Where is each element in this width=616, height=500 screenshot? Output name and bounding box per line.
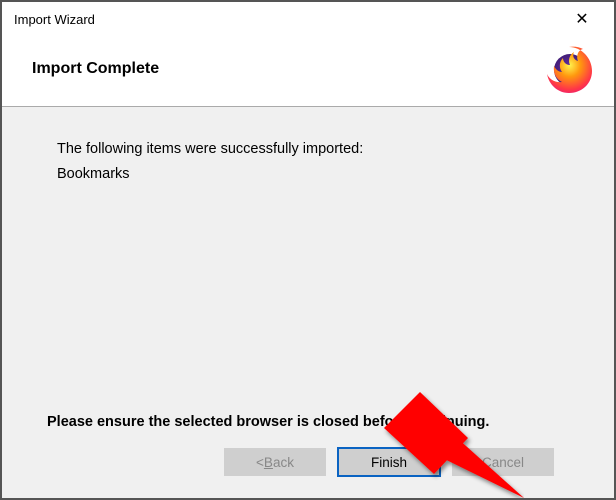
wizard-button-row: < Back Finish Cancel xyxy=(57,448,564,498)
close-button[interactable]: ✕ xyxy=(562,4,602,34)
close-icon: ✕ xyxy=(575,9,588,29)
cancel-button: Cancel xyxy=(452,448,554,476)
wizard-content: The following items were successfully im… xyxy=(2,107,614,498)
wizard-header: Import Complete xyxy=(2,36,614,107)
page-title: Import Complete xyxy=(32,60,159,78)
finish-button[interactable]: Finish xyxy=(338,448,440,476)
browser-close-warning: Please ensure the selected browser is cl… xyxy=(47,414,564,430)
firefox-logo-icon xyxy=(544,44,594,94)
import-intro-text: The following items were successfully im… xyxy=(57,137,564,162)
window-title: Import Wizard xyxy=(14,12,95,27)
titlebar: Import Wizard ✕ xyxy=(2,2,614,36)
imported-item: Bookmarks xyxy=(57,162,564,187)
back-button: < Back xyxy=(224,448,326,476)
